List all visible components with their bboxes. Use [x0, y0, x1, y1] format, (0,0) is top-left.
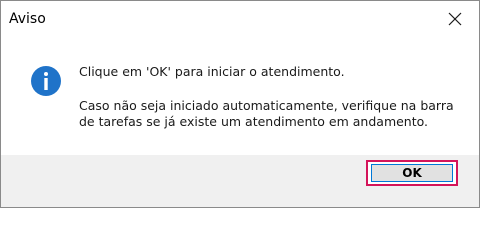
dialog-content: Clique em 'OK' para iniciar o atendiment… [1, 37, 479, 155]
close-icon[interactable] [445, 9, 465, 29]
title-bar: Aviso [1, 1, 479, 37]
message-secondary: Caso não seja iniciado automaticamente, … [79, 98, 454, 129]
message-primary: Clique em 'OK' para iniciar o atendiment… [79, 64, 345, 79]
info-icon [31, 66, 61, 96]
ok-button[interactable]: OK [371, 164, 453, 182]
window-title: Aviso [9, 11, 46, 27]
